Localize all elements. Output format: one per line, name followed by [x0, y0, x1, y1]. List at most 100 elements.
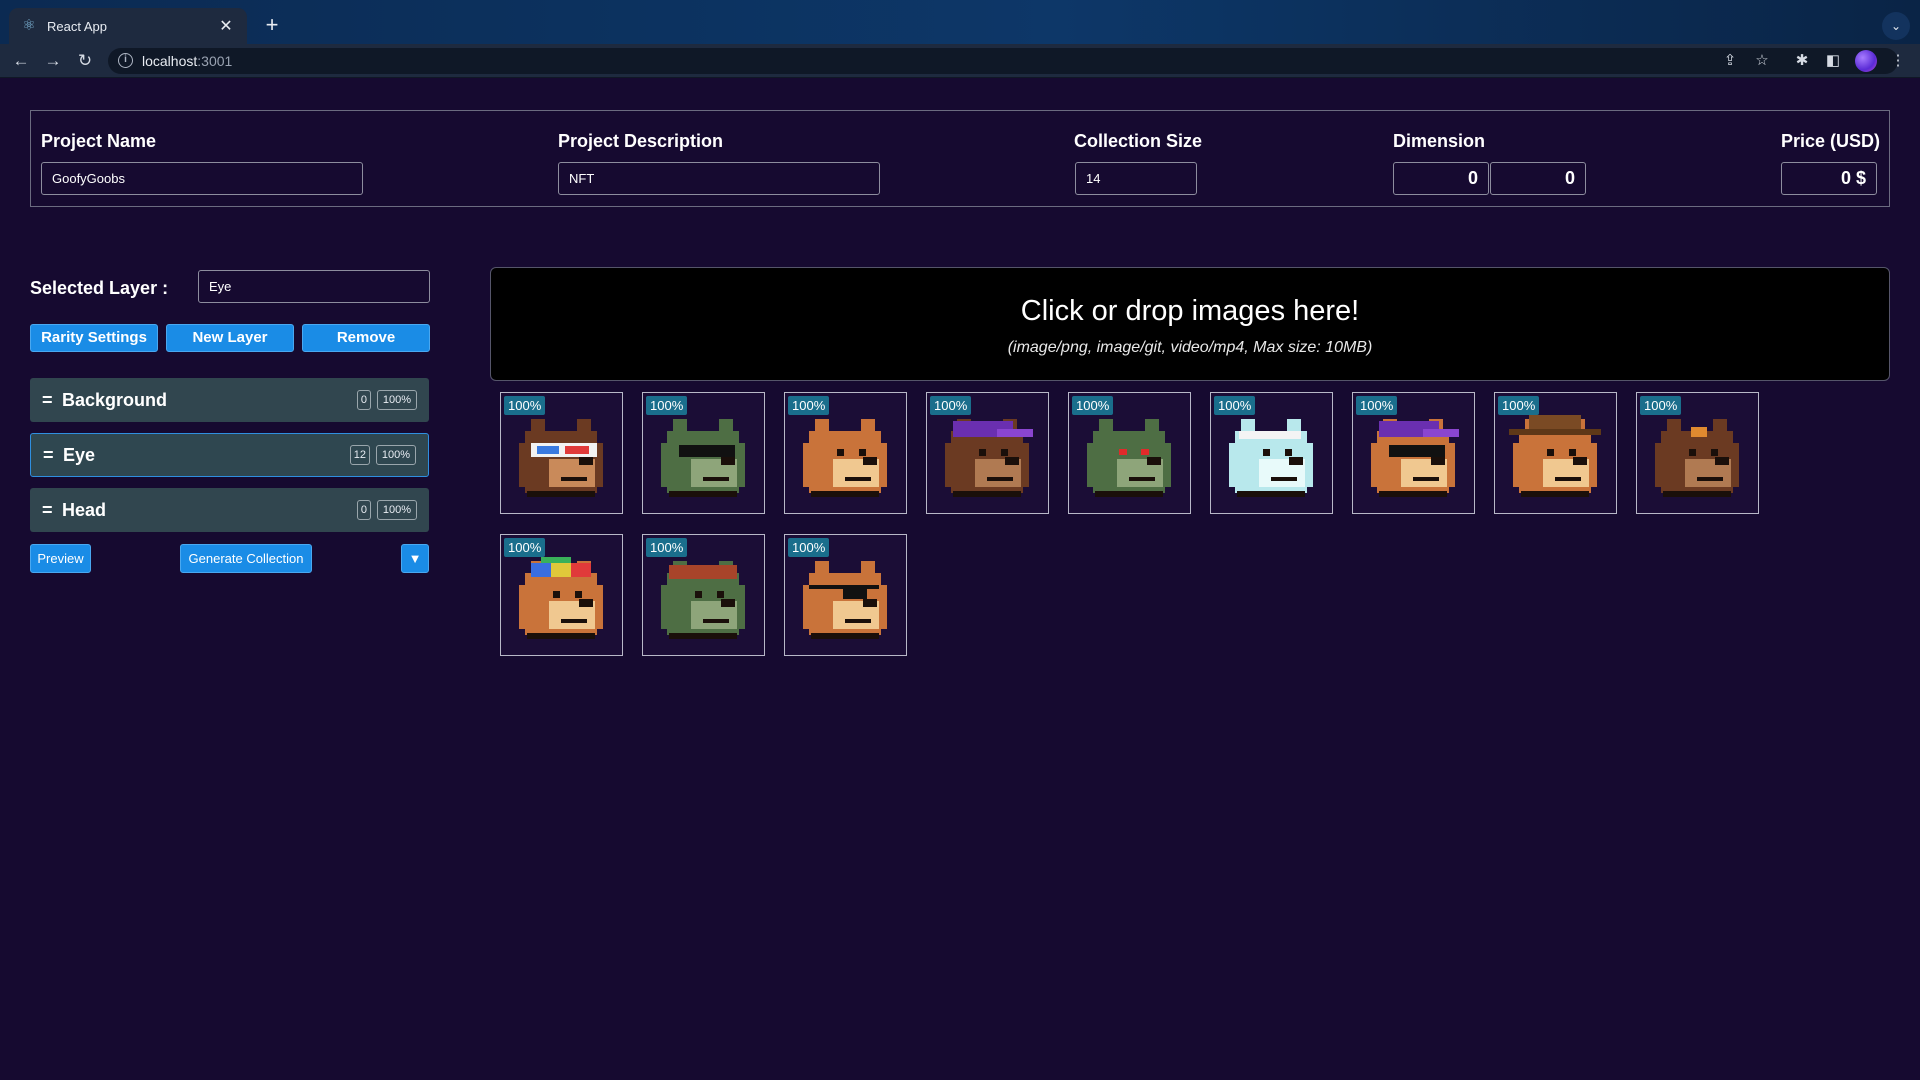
project-name-label: Project Name	[41, 131, 157, 151]
share-icon[interactable]: ⇪	[1719, 49, 1741, 73]
eye-left	[837, 449, 844, 456]
project-description-input[interactable]: NFT	[558, 162, 880, 195]
layer-image-thumbnail[interactable]: 100%	[926, 392, 1049, 514]
nose	[1005, 457, 1019, 465]
nose	[579, 457, 593, 465]
eye-right	[1001, 449, 1008, 456]
react-favicon-icon: ⚛	[22, 17, 36, 34]
layer-image-thumbnail[interactable]: 100%	[500, 534, 623, 656]
selected-layer-input[interactable]: Eye	[198, 270, 430, 303]
hat-brim	[1509, 429, 1601, 435]
layer-rarity-percent[interactable]: 100%	[376, 445, 416, 465]
chin-shadow	[527, 491, 595, 497]
collection-size-label: Collection Size	[1074, 131, 1203, 151]
rarity-settings-button[interactable]: Rarity Settings	[30, 324, 158, 352]
project-settings-panel: Project Name GoofyGoobs Project Descript…	[30, 110, 1890, 207]
rarity-badge: 100%	[504, 538, 546, 557]
layer-rarity-percent[interactable]: 100%	[377, 390, 417, 410]
layer-image-thumbnail[interactable]: 100%	[784, 534, 907, 656]
new-tab-icon[interactable]: +	[258, 12, 286, 40]
mouth	[703, 477, 729, 481]
close-tab-icon[interactable]: ✕	[217, 16, 235, 36]
browser-tab[interactable]: ⚛ React App ✕	[9, 8, 247, 44]
layer-image-thumbnail[interactable]: 100%	[1352, 392, 1475, 514]
layer-row-background[interactable]: = Background 0 100%	[30, 378, 429, 422]
patch-strap	[809, 585, 879, 589]
tab-search-icon[interactable]: ⌄	[1882, 12, 1910, 40]
collection-size-input[interactable]: 14	[1075, 162, 1197, 195]
rarity-badge: 100%	[646, 396, 688, 415]
browser-toolbar: ← → ↻ i localhost:3001 ⇪ ☆ ✱ ◧ ⋮	[0, 44, 1920, 78]
reload-icon[interactable]: ↻	[73, 49, 97, 73]
rarity-badge: 100%	[1072, 396, 1114, 415]
layer-rarity-percent[interactable]: 100%	[377, 500, 417, 520]
selected-layer-label: Selected Layer :	[30, 278, 169, 298]
project-name-input[interactable]: GoofyGoobs	[41, 162, 363, 195]
cap-brim	[997, 429, 1033, 437]
eye-left	[553, 591, 560, 598]
eye-left	[979, 449, 986, 456]
new-layer-button[interactable]: New Layer	[166, 324, 294, 352]
layer-image-thumbnail[interactable]: 100%	[784, 392, 907, 514]
bookmark-star-icon[interactable]: ☆	[1751, 49, 1773, 73]
layer-name: Eye	[63, 444, 96, 465]
nose	[1715, 457, 1729, 465]
layer-image-thumbnail[interactable]: 100%	[1494, 392, 1617, 514]
rarity-badge: 100%	[1640, 396, 1682, 415]
drag-handle-icon[interactable]: =	[42, 500, 62, 521]
layer-image-thumbnail[interactable]: 100%	[1068, 392, 1191, 514]
mouth	[561, 619, 587, 623]
dropzone-title: Click or drop images here!	[1020, 295, 1360, 327]
side-panel-icon[interactable]: ◧	[1822, 49, 1844, 73]
layer-image-thumbnail[interactable]: 100%	[642, 534, 765, 656]
eye-right	[575, 591, 582, 598]
layer-name: Head	[62, 499, 107, 520]
cap-blue	[531, 563, 551, 577]
layer-row-eye[interactable]: = Eye 12 100%	[30, 433, 429, 477]
rarity-badge: 100%	[646, 538, 688, 557]
forward-icon[interactable]: →	[41, 49, 65, 73]
price-label: Price (USD)	[1781, 131, 1881, 151]
layer-image-thumbnail[interactable]: 100%	[1636, 392, 1759, 514]
eye-right	[717, 591, 724, 598]
preview-button[interactable]: Preview	[30, 544, 91, 573]
rarity-badge: 100%	[1214, 396, 1256, 415]
eye-left	[1689, 449, 1696, 456]
chin-shadow	[1237, 491, 1305, 497]
layer-row-head[interactable]: = Head 0 100%	[30, 488, 429, 532]
browser-menu-icon[interactable]: ⋮	[1887, 49, 1909, 73]
layer-image-thumbnail[interactable]: 100%	[500, 392, 623, 514]
extensions-puzzle-icon[interactable]: ✱	[1791, 49, 1813, 73]
drag-handle-icon[interactable]: =	[43, 445, 63, 466]
mouth	[1555, 477, 1581, 481]
layer-image-thumbnail[interactable]: 100%	[1210, 392, 1333, 514]
dimension-width-input[interactable]: 0	[1393, 162, 1489, 195]
sunglasses	[679, 445, 735, 457]
eye-right	[1141, 449, 1149, 455]
lens-blue	[537, 446, 559, 454]
headband	[1239, 431, 1301, 439]
generate-options-dropdown[interactable]: ▼	[401, 544, 429, 573]
image-dropzone[interactable]: Click or drop images here! (image/png, i…	[490, 267, 1890, 381]
cap-red	[571, 563, 591, 577]
price-input[interactable]: 0 $	[1781, 162, 1877, 195]
dimension-height-input[interactable]: 0	[1490, 162, 1586, 195]
chin-shadow	[527, 633, 595, 639]
back-icon[interactable]: ←	[9, 49, 33, 73]
mouth	[703, 619, 729, 623]
generate-collection-button[interactable]: Generate Collection	[180, 544, 312, 573]
nose	[1147, 457, 1161, 465]
mouth	[1413, 477, 1439, 481]
bow	[1691, 427, 1707, 437]
profile-avatar[interactable]	[1855, 50, 1877, 72]
propeller	[541, 557, 571, 563]
drag-handle-icon[interactable]: =	[42, 390, 62, 411]
lens-red	[565, 446, 589, 454]
site-info-icon[interactable]: i	[118, 53, 133, 68]
address-bar[interactable]: i localhost:3001	[108, 48, 1898, 74]
remove-layer-button[interactable]: Remove	[302, 324, 430, 352]
mouth	[1697, 477, 1723, 481]
chin-shadow	[1379, 491, 1447, 497]
layer-image-thumbnail[interactable]: 100%	[642, 392, 765, 514]
nose	[1573, 457, 1587, 465]
